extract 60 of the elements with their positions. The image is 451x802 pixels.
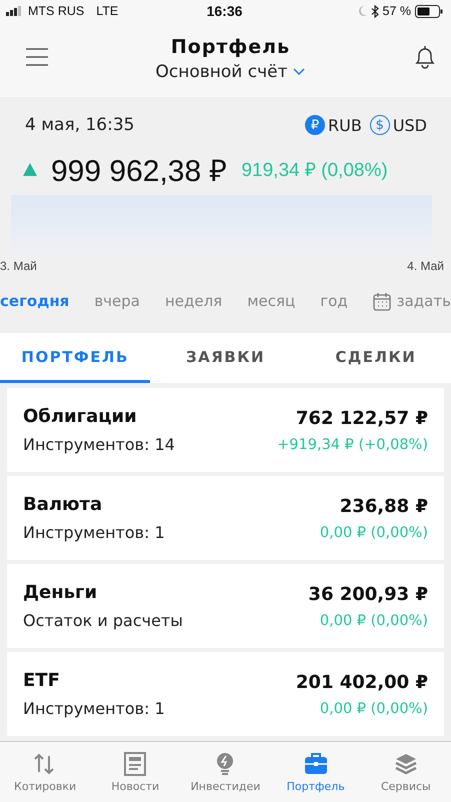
axis-label: 4. Май <box>407 259 444 275</box>
page-title: Портфель <box>170 36 290 58</box>
newspaper-icon <box>123 752 148 776</box>
asset-detail: Остаток и расчеты <box>23 611 183 630</box>
layers-icon <box>394 752 418 776</box>
asset-name: Облигации <box>23 406 138 427</box>
tab[interactable]: СДЕЛКИ <box>300 333 451 383</box>
nav-tab[interactable]: Портфель <box>270 752 361 792</box>
period-option[interactable]: год <box>320 292 348 310</box>
period-option[interactable]: задать <box>372 292 451 310</box>
tab[interactable]: ПОРТФЕЛЬ <box>0 333 150 383</box>
triangle-icon <box>23 162 37 176</box>
nav-tab[interactable]: Инвестидеи <box>180 752 270 792</box>
axis-label: 3. Май <box>0 259 37 275</box>
signal-icon <box>6 6 24 16</box>
bluetooth-icon <box>370 4 378 18</box>
period-option[interactable]: неделя <box>164 292 222 310</box>
briefcase-icon <box>304 752 328 776</box>
asset-change: +919,34 ₽ (+0,08%) <box>277 436 428 452</box>
asset-change: 0,00 ₽ (0,00%) <box>320 524 428 540</box>
asset-card[interactable]: Облигации Инструментов: 14 762 122,57 ₽ +919,34 ₽ (+0,08%) <box>7 388 444 472</box>
asset-change: 0,00 ₽ (0,00%) <box>318 612 428 628</box>
network-type: LTE <box>96 4 118 18</box>
asset-name: Валюта <box>23 494 104 515</box>
carrier-name: MTS RUS <box>28 4 84 18</box>
asset-card[interactable]: ETF Инструментов: 1 201 402,00 ₽ 0,00 ₽ (0,00%) <box>7 652 444 736</box>
asset-detail: Инструментов: 14 <box>23 435 175 454</box>
period-option[interactable]: сегодня <box>0 292 70 310</box>
tab[interactable]: ЗАЯВКИ <box>150 333 301 383</box>
asset-card[interactable]: Валюта Инструментов: 1 236,88 ₽ 0,00 ₽ (0,00%) <box>7 476 444 560</box>
account-selector[interactable]: Основной счёт <box>156 62 306 82</box>
clock-time: 16:36 <box>206 3 242 19</box>
chevron-down-icon <box>293 68 306 76</box>
asset-value: 762 122,57 ₽ <box>294 408 428 428</box>
currency-icon: $ <box>370 115 390 135</box>
asset-detail: Инструментов: 1 <box>23 699 165 718</box>
calendar-icon <box>372 292 391 310</box>
menu-icon <box>26 48 48 66</box>
battery-icon <box>415 4 443 18</box>
currency-toggle[interactable]: ₽ RUB <box>305 115 362 135</box>
currency-toggle[interactable]: $ USD <box>370 115 427 135</box>
asset-change: 0,00 ₽ (0,00%) <box>318 700 428 716</box>
nav-tab[interactable]: Котировки <box>0 752 90 792</box>
period-option[interactable]: вчера <box>94 292 140 310</box>
nav-tab[interactable]: Новости <box>90 752 180 792</box>
asset-card[interactable]: Деньги Остаток и расчеты 36 200,93 ₽ 0,00 ₽ (0,00%) <box>7 564 444 648</box>
currency-icon: ₽ <box>305 115 325 135</box>
timestamp: 4 мая, 16:35 <box>25 115 134 135</box>
asset-detail: Инструментов: 1 <box>23 523 165 542</box>
total-change: 919,34 ₽ (0,08%) <box>241 159 388 182</box>
asset-value: 201 402,00 ₽ <box>296 672 428 692</box>
nav-tab[interactable]: Сервисы <box>360 752 451 792</box>
moon-icon <box>356 5 366 17</box>
asset-value: 236,88 ₽ <box>338 496 428 516</box>
period-option[interactable]: месяц <box>247 292 296 310</box>
total-value: 999 962,38 ₽ <box>51 154 226 190</box>
asset-value: 36 200,93 ₽ <box>308 584 428 604</box>
asset-name: Деньги <box>23 582 98 603</box>
battery-percent: 57 % <box>382 4 411 18</box>
asset-name: ETF <box>23 670 61 691</box>
